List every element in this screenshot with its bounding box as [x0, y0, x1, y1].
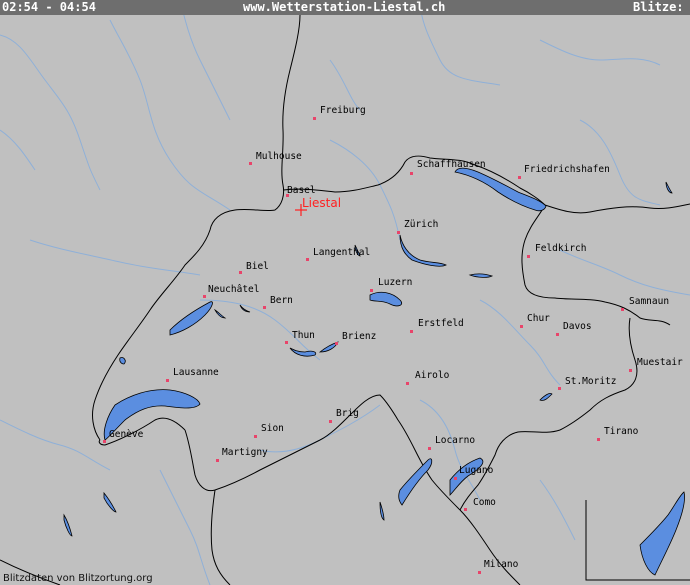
city-dot	[478, 571, 481, 574]
city-dot	[621, 308, 624, 311]
city-label-muestair: Muestair	[637, 357, 683, 368]
rivers	[0, 0, 690, 585]
city-label-samnaun: Samnaun	[629, 296, 670, 307]
city-dot	[239, 271, 242, 274]
time-range: 02:54 - 04:54	[2, 0, 96, 14]
city-dot	[518, 176, 521, 179]
city-label-airolo: Airolo	[415, 370, 450, 381]
city-dot	[263, 306, 266, 309]
city-dot	[329, 420, 332, 423]
city-dot	[520, 325, 523, 328]
city-label-biel: Biel	[246, 261, 269, 272]
city-dot	[410, 172, 413, 175]
city-dot	[597, 438, 600, 441]
city-label-locarno: Locarno	[435, 435, 476, 446]
city-dot	[306, 258, 309, 261]
strike-count: Blitze: 0	[633, 0, 690, 14]
header-bar: 02:54 - 04:54 www.Wetterstation-Liestal.…	[0, 0, 690, 15]
city-label-martigny: Martigny	[222, 447, 268, 458]
site-url: www.Wetterstation-Liestal.ch	[243, 0, 446, 14]
city-dot	[370, 289, 373, 292]
city-label-davos: Davos	[563, 321, 592, 332]
city-label-lugano: Lugano	[459, 465, 494, 476]
city-label-brienz: Brienz	[342, 331, 377, 342]
city-label-zurich: Zürich	[404, 219, 439, 230]
city-dot	[203, 295, 206, 298]
city-label-lausanne: Lausanne	[173, 367, 219, 378]
city-label-neuchatel: Neuchâtel	[208, 284, 260, 295]
city-dot	[103, 440, 106, 443]
city-dot	[335, 342, 338, 345]
city-dot	[285, 341, 288, 344]
city-dot	[428, 447, 431, 450]
city-label-brig: Brig	[336, 408, 359, 419]
city-label-friedrichshafen: Friedrichshafen	[524, 164, 610, 175]
city-dot	[406, 382, 409, 385]
station-label: Liestal	[302, 196, 342, 210]
city-label-schaffhausen: Schaffhausen	[417, 159, 486, 170]
city-dot	[249, 162, 252, 165]
data-credit: Blitzdaten von Blitzortung.org	[3, 573, 153, 584]
lakes	[63, 167, 685, 576]
city-label-tirano: Tirano	[604, 426, 639, 437]
city-dot	[629, 369, 632, 372]
city-dot	[410, 330, 413, 333]
city-dot	[216, 459, 219, 462]
city-label-como: Como	[473, 497, 496, 508]
city-label-thun: Thun	[292, 330, 315, 341]
city-label-langenthal: Langenthal	[313, 247, 371, 258]
city-label-bern: Bern	[270, 295, 293, 306]
borders	[0, 14, 690, 585]
city-dot	[556, 333, 559, 336]
city-dot	[313, 117, 316, 120]
city-label-basel: Basel	[287, 185, 316, 196]
city-label-feldkirch: Feldkirch	[535, 243, 587, 254]
city-dot	[558, 387, 561, 390]
city-dot	[254, 435, 257, 438]
city-label-chur: Chur	[527, 313, 550, 324]
city-label-milano: Milano	[484, 559, 519, 570]
city-dot	[527, 255, 530, 258]
city-dot	[464, 508, 467, 511]
city-label-luzern: Luzern	[378, 277, 413, 288]
city-dot	[454, 477, 457, 480]
city-label-mulhouse: Mulhouse	[256, 151, 302, 162]
city-label-erstfeld: Erstfeld	[418, 318, 464, 329]
city-label-stmoritz: St.Moritz	[565, 376, 617, 387]
map-base	[0, 0, 690, 585]
city-label-sion: Sion	[261, 423, 284, 434]
city-label-freiburg: Freiburg	[320, 105, 366, 116]
city-label-geneve: Genève	[109, 429, 144, 440]
lightning-map: 02:54 - 04:54 www.Wetterstation-Liestal.…	[0, 0, 690, 585]
city-dot	[397, 231, 400, 234]
city-dot	[166, 379, 169, 382]
